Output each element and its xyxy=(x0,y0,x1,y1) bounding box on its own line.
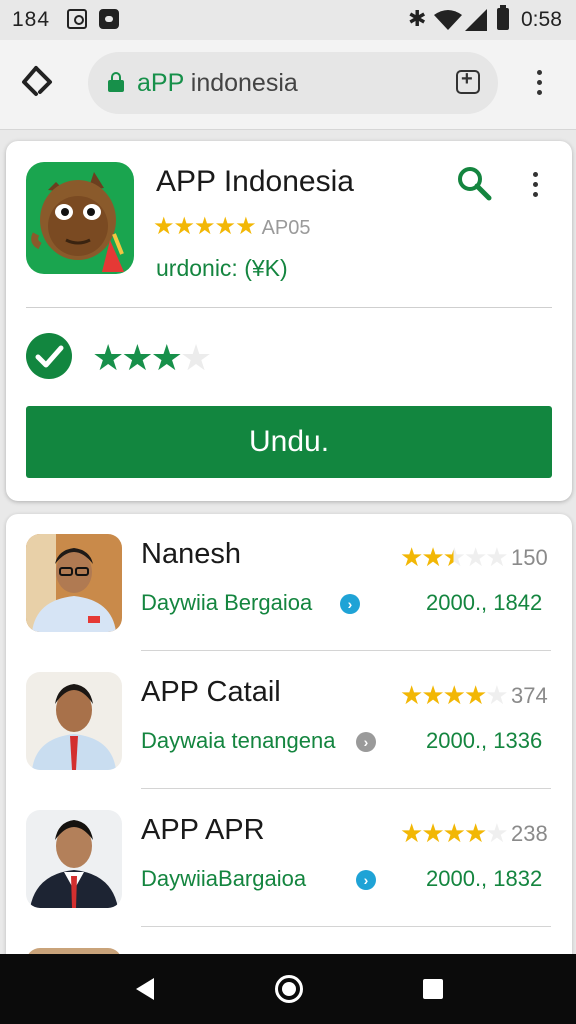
back-diamond-icon[interactable] xyxy=(20,64,56,100)
divider xyxy=(141,788,551,789)
wifi-icon xyxy=(434,10,462,30)
item-meta: 2000., 1336 xyxy=(426,728,543,753)
rating-star-icon: ★ xyxy=(463,542,487,572)
item-name: APP APR xyxy=(141,814,265,846)
rating-star-icon: ★ xyxy=(400,680,423,710)
avatar xyxy=(26,534,122,632)
related-apps-list: Nanesh Daywiia Bergaioa › ★★★★★ 150 2000… xyxy=(6,514,572,964)
chevron-right-icon[interactable]: › xyxy=(356,732,376,752)
rating-star-icon: ★ xyxy=(442,818,466,848)
back-triangle-icon[interactable] xyxy=(136,978,154,1000)
rating-star-icon[interactable]: ★ xyxy=(151,337,183,378)
chevron-right-icon[interactable]: › xyxy=(356,870,376,890)
user-rating-stars[interactable]: ★★★★ xyxy=(92,337,212,379)
app-rating-stars: ★★★★★ xyxy=(153,213,257,240)
rating-star-icon: ★ xyxy=(485,680,508,710)
home-circle-icon[interactable] xyxy=(275,975,303,1003)
item-subtitle: Daywaia tenangena xyxy=(141,728,336,753)
camera-icon xyxy=(99,9,119,29)
url-domain: aPP xyxy=(137,69,184,97)
app-rating-code: AP05 xyxy=(261,217,311,239)
rating-star-icon: ★ xyxy=(485,818,508,848)
new-tab-icon[interactable]: + xyxy=(456,68,480,94)
rating-star-icon: ★ xyxy=(463,680,487,710)
rating-star-icon: ★ xyxy=(421,542,444,572)
recents-square-icon[interactable] xyxy=(423,979,443,999)
item-count: 150 xyxy=(511,545,548,570)
rating-star-icon: ★ xyxy=(421,818,444,848)
battery-icon xyxy=(497,5,509,30)
rating-star-icon: ★ xyxy=(421,680,444,710)
item-name: APP Catail xyxy=(141,676,281,708)
search-icon[interactable] xyxy=(456,165,492,201)
divider xyxy=(141,926,551,927)
app-more-icon[interactable] xyxy=(526,169,546,201)
rating-star-icon: ★ xyxy=(442,680,466,710)
item-count: 238 xyxy=(511,821,548,846)
list-item[interactable]: Nanesh Daywiia Bergaioa › ★★★★★ 150 2000… xyxy=(6,514,572,651)
rating-star-icon: ★ xyxy=(400,542,423,572)
avatar xyxy=(26,672,122,770)
address-bar[interactable]: aPP indonesia xyxy=(88,52,498,114)
list-item[interactable]: APP Catail Daywaia tenangena › ★★★★★ 374… xyxy=(6,652,572,789)
rating-star-icon[interactable]: ★ xyxy=(121,337,153,378)
image-icon xyxy=(67,9,87,29)
rating-star-icon[interactable]: ★ xyxy=(92,337,124,378)
bluetooth-icon: ✱ xyxy=(408,6,427,31)
browser-toolbar: aPP indonesia xyxy=(0,40,576,130)
app-title: APP Indonesia xyxy=(156,165,354,198)
rating-star-icon: ★ xyxy=(463,818,487,848)
item-stars: ★★★★★ xyxy=(400,818,509,849)
overflow-menu-icon[interactable] xyxy=(530,66,550,100)
item-subtitle: Daywiia Bergaioa xyxy=(141,590,313,615)
check-circle-icon xyxy=(26,333,72,379)
rating-star-icon: ★ xyxy=(442,542,466,572)
rating-star-icon: ★ xyxy=(485,542,508,572)
divider xyxy=(141,650,551,651)
status-bar: 184 ✱ 0:58 xyxy=(0,0,576,40)
app-rating: ★★★★★ AP05 xyxy=(153,212,311,240)
item-stars: ★★★★★ xyxy=(400,680,509,711)
url-path: indonesia xyxy=(183,69,298,97)
app-downloads: urdonic: (¥K) xyxy=(156,255,288,281)
url-text[interactable]: aPP indonesia xyxy=(137,69,298,98)
item-meta: 2000., 1832 xyxy=(426,866,543,891)
item-name: Nanesh xyxy=(141,538,241,570)
list-item[interactable]: APP APR DaywiiaBargaioa › ★★★★★ 238 2000… xyxy=(6,790,572,927)
item-subtitle: DaywiiaBargaioa xyxy=(141,866,307,891)
rating-star-icon: ★ xyxy=(400,818,423,848)
item-stars: ★★★★★ xyxy=(400,542,509,573)
status-clock: 0:58 xyxy=(521,8,562,31)
item-count: 374 xyxy=(511,683,548,708)
rating-star-icon[interactable]: ★ xyxy=(180,337,212,378)
item-meta: 2000., 1842 xyxy=(426,590,543,615)
system-nav-bar xyxy=(0,954,576,1024)
status-left-text: 184 xyxy=(12,8,51,31)
chevron-right-icon[interactable]: › xyxy=(340,594,360,614)
app-logo-icon[interactable] xyxy=(26,162,134,274)
signal-icon xyxy=(465,9,487,31)
app-card: APP Indonesia ★★★★★ AP05 urdonic: (¥K) ★★… xyxy=(6,141,572,501)
avatar xyxy=(26,810,122,908)
download-button[interactable]: Undu. xyxy=(26,406,552,478)
divider xyxy=(26,307,552,308)
lock-icon xyxy=(108,72,124,92)
